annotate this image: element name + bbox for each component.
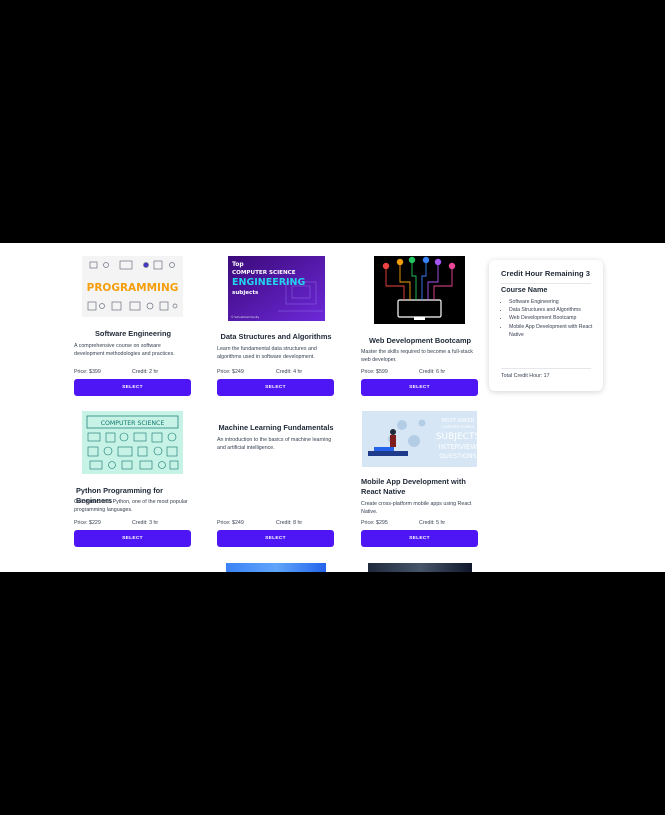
most-asked-text: MOST ASKED	[442, 418, 475, 424]
web-dev-illustration	[374, 256, 465, 324]
watermark-text: © ScholarCommunity	[231, 315, 260, 319]
questions-text: QUESTIONS	[439, 452, 476, 460]
credit-remaining-heading: Credit Hour Remaining 3	[501, 269, 591, 278]
select-button[interactable]: SELECT	[361, 530, 478, 547]
course-price: Price: $249	[217, 520, 244, 526]
interview-questions-illustration: MOST ASKED COMPUTER SCIENCE SUBJECTS INT…	[362, 411, 477, 467]
course-image-computer-science: COMPUTER SCIENCE	[82, 411, 183, 474]
computer-science-text: COMPUTER SCIENCE	[232, 270, 296, 276]
course-description: Master the skills required to become a f…	[361, 349, 473, 363]
course-description: Learn the fundamental data structures an…	[217, 346, 317, 360]
select-button[interactable]: SELECT	[74, 530, 191, 547]
select-button[interactable]: SELECT	[217, 530, 334, 547]
course-image-interview-questions: MOST ASKED COMPUTER SCIENCE SUBJECTS INT…	[362, 411, 477, 467]
selected-course-item: Software Engineering	[509, 298, 605, 306]
course-credit: Credit: 3 hr	[132, 520, 159, 526]
divider	[501, 368, 591, 369]
course-title: Mobile App Development with React Native	[361, 477, 466, 496]
course-description: Get started with Python, one of the most…	[74, 499, 188, 513]
select-button[interactable]: SELECT	[74, 379, 191, 396]
course-description: Create cross-platform mobile apps using …	[361, 501, 472, 515]
course-image-programming: PROGRAMMING	[82, 256, 183, 317]
course-description: An introduction to the basics of machine…	[217, 437, 332, 451]
course-price: Price: $229	[74, 520, 101, 526]
programming-illustration: PROGRAMMING	[82, 256, 183, 317]
course-title: Data Structures and Algorithms	[220, 332, 332, 341]
total-credit-hour: Total Credit Hour: 17	[501, 373, 550, 379]
select-button[interactable]: SELECT	[217, 379, 334, 396]
divider	[501, 283, 591, 284]
course-price: Price: $599	[361, 369, 388, 375]
course-credit: Credit: 5 hr	[419, 520, 446, 526]
computer-science-banner: COMPUTER SCIENCE	[101, 420, 165, 427]
programming-text: PROGRAMMING	[87, 282, 179, 294]
course-image-cs-engineering: Top COMPUTER SCIENCE ENGINEERING subject…	[228, 256, 325, 321]
course-title: Software Engineering	[95, 329, 171, 338]
cs-engineering-illustration: Top COMPUTER SCIENCE ENGINEERING subject…	[228, 256, 325, 321]
course-credit: Credit: 4 hr	[276, 369, 303, 375]
course-title: Machine Learning Fundamentals	[218, 423, 334, 432]
engineering-text: ENGINEERING	[232, 277, 306, 288]
course-title: Web Development Bootcamp	[368, 336, 472, 345]
course-price: Price: $399	[74, 369, 101, 375]
selected-course-list: Software Engineering Data Structures and…	[501, 298, 605, 339]
course-page: PROGRAMMING Software Engineering A compr…	[0, 243, 665, 572]
course-image-partial	[226, 563, 326, 572]
course-price: Price: $249	[217, 369, 244, 375]
course-image-partial	[368, 563, 472, 572]
course-credit: Credit: 2 hr	[132, 369, 159, 375]
select-button[interactable]: SELECT	[361, 379, 478, 396]
computer-science-illustration: COMPUTER SCIENCE	[82, 411, 183, 474]
cs-text: COMPUTER SCIENCE	[442, 425, 475, 429]
interview-text: INTERVIEW	[439, 443, 477, 451]
course-credit: Credit: 6 hr	[419, 369, 446, 375]
course-credit: Credit: 8 hr	[276, 520, 303, 526]
cart-panel: Credit Hour Remaining 3 Course Name Soft…	[489, 260, 603, 391]
subjects-text: SUBJECTS	[436, 432, 477, 442]
subjects-text: subjects	[232, 290, 259, 296]
selected-course-item: Web Development Bootcamp	[509, 314, 605, 322]
course-price: Price: $295	[361, 520, 388, 526]
course-name-heading: Course Name	[501, 285, 548, 294]
course-description: A comprehensive course on software devel…	[74, 343, 175, 357]
selected-course-item: Data Structures and Algorithms	[509, 306, 605, 314]
top-text: Top	[232, 261, 244, 268]
course-image-web-dev	[374, 256, 465, 324]
selected-course-item: Mobile App Development with React Native	[509, 323, 605, 339]
